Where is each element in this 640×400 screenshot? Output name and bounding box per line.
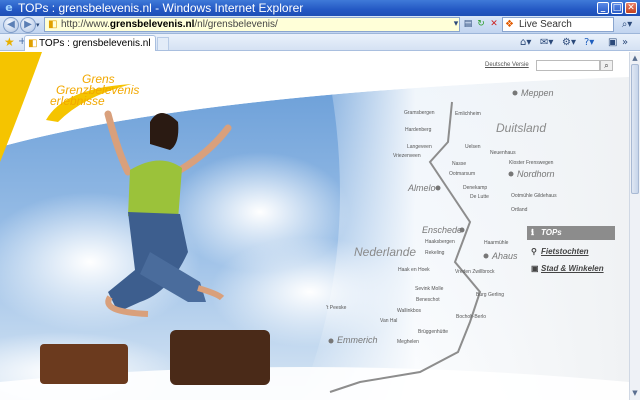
back-button[interactable]: ◀	[3, 17, 19, 33]
url-field[interactable]: ◧ http://www.grensbelevenis.nl/nl/grensb…	[44, 17, 460, 32]
ie-logo-icon: e	[5, 1, 13, 14]
place-label[interactable]: Ortland	[511, 207, 527, 213]
place-label[interactable]: Wallinkbos	[397, 308, 421, 314]
place-label[interactable]: Haak en Hoek	[398, 267, 430, 273]
url-dropdown-icon[interactable]: ▾	[450, 18, 462, 30]
tab-bar: ★ + ◧ TOPs : grensbelevenis.nl ⌂▾ ✉▾ ⚙▾ …	[0, 34, 640, 51]
place-label[interactable]: Burg Gerling	[476, 292, 504, 298]
city-enschede[interactable]: Enschede	[422, 225, 462, 235]
place-label[interactable]: De Lutte	[470, 194, 489, 200]
menu-label-tops: TOPs	[541, 228, 562, 237]
place-label[interactable]: 't Peeske	[326, 305, 346, 311]
place-label[interactable]: Nasse	[452, 161, 466, 167]
place-label[interactable]: Emlichheim	[455, 111, 481, 117]
logo-line-3: erlebnisse	[50, 94, 105, 108]
place-label[interactable]: Langeveen	[407, 144, 432, 150]
scroll-up-icon[interactable]: ▲	[631, 53, 639, 63]
tools-gear-icon[interactable]: ⚙▾	[562, 36, 576, 49]
vertical-scrollbar[interactable]: ▲ ▼	[629, 52, 640, 400]
place-label[interactable]: Vriezenveen	[393, 153, 421, 159]
scroll-thumb[interactable]	[631, 64, 639, 194]
search-placeholder: Live Search	[519, 19, 572, 30]
forward-button[interactable]: ▶	[20, 17, 36, 33]
place-label[interactable]: Bocholt-Berlo	[456, 314, 486, 320]
shopping-bag-icon: ▣	[531, 264, 539, 273]
title-bar: e TOPs : grensbelevenis.nl - Windows Int…	[0, 0, 640, 16]
web-page: Grens Grenzbelevenis erlebnisse Deutsche…	[0, 52, 629, 400]
live-search-logo-icon: ❖	[505, 19, 514, 30]
tab-label: TOPs : grensbelevenis.nl	[39, 38, 151, 49]
place-label[interactable]: Neuenhaus	[490, 150, 516, 156]
site-search-button[interactable]: ⌕	[600, 60, 613, 71]
home-icon[interactable]: ⌂▾	[520, 36, 531, 49]
feeds-icon[interactable]: ✉▾	[540, 36, 553, 49]
search-go-icon[interactable]: ⌕▾	[616, 17, 638, 32]
maximize-button[interactable]: □	[611, 2, 623, 14]
place-label[interactable]: Ootmühle Gildehaus	[511, 193, 557, 199]
tab-tops[interactable]: ◧ TOPs : grensbelevenis.nl	[24, 35, 156, 51]
page-icon: ◧	[48, 19, 58, 30]
deutsche-versie-link[interactable]: Deutsche Versie	[485, 62, 529, 68]
place-label[interactable]: Haaksbergen	[425, 239, 455, 245]
menu-item-stad-winkelen[interactable]: ▣ Stad & Winkelen	[527, 262, 604, 276]
country-nederlande: Nederlande	[354, 245, 417, 259]
site-logo[interactable]: Grens Grenzbelevenis erlebnisse	[44, 62, 154, 122]
stop-icon[interactable]: ✕	[488, 18, 500, 30]
search-input[interactable]: ❖ Live Search	[502, 17, 614, 32]
place-label[interactable]: Ootmarsum	[449, 171, 475, 177]
place-label[interactable]: Van Hal	[380, 318, 397, 324]
extend-icon[interactable]: »	[622, 36, 628, 49]
tab-page-icon: ◧	[28, 38, 38, 49]
place-label[interactable]: Gramsbergen	[404, 110, 435, 116]
place-label[interactable]: Sevink Molle	[415, 286, 443, 292]
city-almelo[interactable]: Almelo	[408, 183, 436, 193]
city-meppen[interactable]: Meppen	[521, 88, 554, 98]
bicycle-icon: ⚲	[531, 247, 537, 256]
place-label[interactable]: Meghelen	[397, 339, 419, 345]
menu-label-fietstochten: Fietstochten	[541, 247, 589, 256]
city-emmerich[interactable]: Emmerich	[337, 335, 378, 345]
country-duitsland: Duitsland	[496, 121, 547, 135]
research-icon[interactable]: ▣	[608, 36, 617, 49]
url-path: /nl/grensbelevenis/	[194, 19, 278, 30]
city-ahaus[interactable]: Ahaus	[492, 251, 518, 261]
place-label[interactable]: Denekamp	[463, 185, 487, 191]
place-label[interactable]: Vreden Zwillbrock	[455, 269, 495, 275]
place-label[interactable]: Kloster Frenswegen	[509, 160, 553, 166]
place-label[interactable]: Haarmühle	[484, 240, 508, 246]
new-tab-button[interactable]	[157, 37, 169, 50]
site-search-input[interactable]	[536, 60, 600, 71]
help-icon[interactable]: ?▾	[584, 36, 594, 49]
scroll-down-icon[interactable]: ▼	[631, 388, 639, 398]
history-dropdown-icon[interactable]: ▾	[36, 21, 42, 29]
close-button[interactable]: ✕	[625, 2, 637, 14]
address-bar: ◀ ▶ ▾ ◧ http://www.grensbelevenis.nl/nl/…	[0, 16, 640, 34]
place-label[interactable]: Brüggenhütte	[418, 329, 448, 335]
info-icon: ℹ	[531, 228, 535, 237]
refresh-icon[interactable]: ↻	[475, 18, 487, 30]
compatibility-icon[interactable]: ▤	[462, 18, 474, 30]
place-label[interactable]: Beneschot	[416, 297, 440, 303]
url-prefix: http://www.	[61, 19, 110, 30]
minimize-button[interactable]: _	[597, 2, 609, 14]
menu-item-fietstochten[interactable]: ⚲ Fietstochten	[527, 245, 589, 259]
menu-label-stad-winkelen: Stad & Winkelen	[541, 264, 604, 273]
place-label[interactable]: Rekeling	[425, 250, 444, 256]
favorites-star-icon[interactable]: ★	[4, 35, 15, 49]
place-label[interactable]: Hardenberg	[405, 127, 431, 133]
window-title: TOPs : grensbelevenis.nl - Windows Inter…	[18, 1, 304, 15]
menu-item-tops[interactable]: ℹ TOPs	[527, 226, 615, 240]
city-nordhorn[interactable]: Nordhorn	[517, 169, 555, 179]
url-domain: grensbelevenis.nl	[109, 19, 195, 30]
place-label[interactable]: Uelsen	[465, 144, 481, 150]
